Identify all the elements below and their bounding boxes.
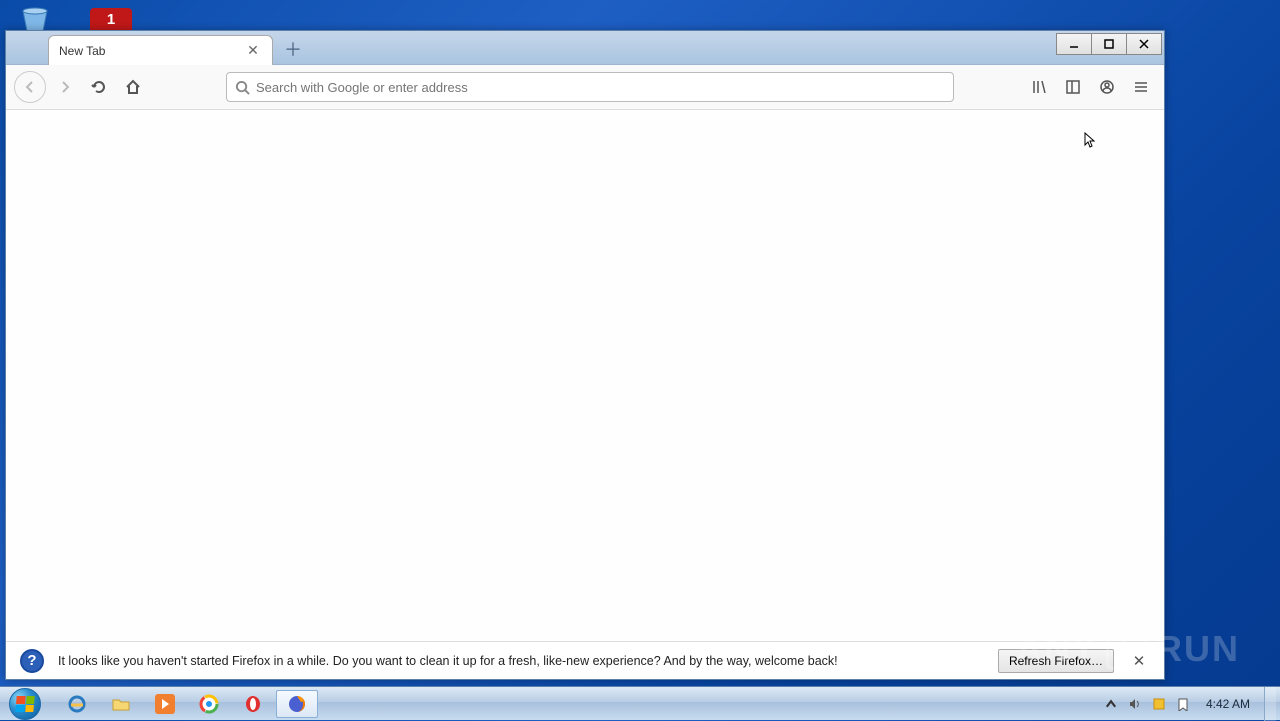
- info-icon: ?: [20, 649, 44, 673]
- taskbar-clock[interactable]: 4:42 AM: [1198, 697, 1258, 711]
- taskbar-explorer[interactable]: [100, 690, 142, 718]
- watermark: ANY RUN: [1016, 628, 1240, 670]
- navigation-toolbar: [6, 65, 1164, 110]
- account-button[interactable]: [1092, 72, 1122, 102]
- firefox-window: New Tab ✕ ＋ ? It looks like you hav: [5, 30, 1165, 680]
- page-content: [6, 110, 1164, 641]
- minimize-button[interactable]: [1056, 33, 1092, 55]
- maximize-button[interactable]: [1091, 33, 1127, 55]
- back-button[interactable]: [14, 71, 46, 103]
- address-input[interactable]: [256, 80, 945, 95]
- tab-close-button[interactable]: ✕: [244, 42, 262, 60]
- close-window-button[interactable]: [1126, 33, 1162, 55]
- watermark-right: RUN: [1156, 628, 1240, 670]
- desktop-red-app-icon[interactable]: 1: [90, 8, 132, 30]
- search-icon: [235, 80, 250, 95]
- action-center-icon[interactable]: [1174, 695, 1192, 713]
- window-controls: [1057, 33, 1162, 55]
- taskbar-media[interactable]: [144, 690, 186, 718]
- play-icon: [1106, 628, 1148, 670]
- taskbar-firefox[interactable]: [276, 690, 318, 718]
- taskbar: 4:42 AM: [0, 686, 1280, 720]
- tab-new-tab[interactable]: New Tab ✕: [48, 35, 273, 65]
- menu-button[interactable]: [1126, 72, 1156, 102]
- tray-shield-icon[interactable]: [1150, 695, 1168, 713]
- address-bar[interactable]: [226, 72, 954, 102]
- taskbar-items: [50, 687, 318, 720]
- red-badge-text: 1: [107, 11, 115, 28]
- tab-title: New Tab: [59, 44, 244, 58]
- reload-button[interactable]: [84, 72, 114, 102]
- refresh-firefox-infobar: ? It looks like you haven't started Fire…: [6, 641, 1164, 679]
- titlebar: New Tab ✕ ＋: [6, 31, 1164, 65]
- system-tray: 4:42 AM: [1102, 687, 1280, 720]
- volume-icon[interactable]: [1126, 695, 1144, 713]
- forward-button[interactable]: [50, 72, 80, 102]
- library-button[interactable]: [1024, 72, 1054, 102]
- taskbar-opera[interactable]: [232, 690, 274, 718]
- show-desktop-button[interactable]: [1264, 687, 1276, 721]
- mouse-cursor-icon: [1084, 132, 1096, 150]
- watermark-left: ANY: [1016, 628, 1098, 670]
- new-tab-button[interactable]: ＋: [279, 35, 307, 63]
- start-button[interactable]: [0, 687, 50, 721]
- tabstrip: New Tab ✕ ＋: [6, 31, 307, 64]
- home-button[interactable]: [118, 72, 148, 102]
- sidebar-button[interactable]: [1058, 72, 1088, 102]
- tray-expand-icon[interactable]: [1102, 695, 1120, 713]
- taskbar-ie[interactable]: [56, 690, 98, 718]
- taskbar-chrome[interactable]: [188, 690, 230, 718]
- infobar-message: It looks like you haven't started Firefo…: [58, 654, 984, 668]
